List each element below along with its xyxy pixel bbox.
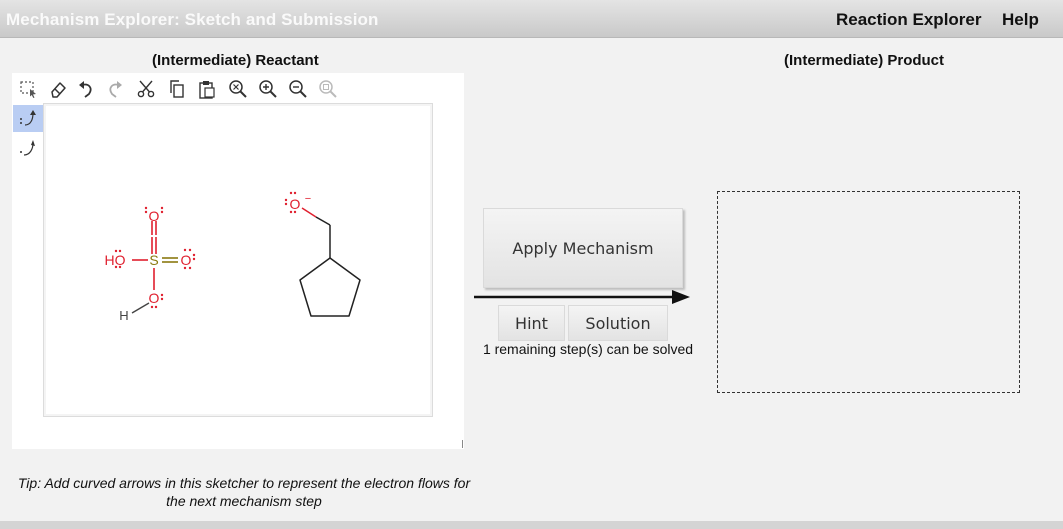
eraser-icon[interactable] [48,79,68,99]
reactant-sketcher[interactable]: O S O O HO H O − [12,73,464,449]
zoom-fit-icon[interactable] [228,79,248,99]
svg-text:H: H [119,308,128,323]
redo-icon[interactable] [105,79,125,99]
sketch-canvas[interactable]: O S O O HO H O − [43,103,433,417]
copy-icon[interactable] [167,79,187,99]
nav-reaction-explorer[interactable]: Reaction Explorer [836,10,982,30]
svg-text:−: − [305,193,311,205]
zoom-in-icon[interactable] [258,79,278,99]
single-electron-arrow-tool[interactable] [13,135,43,162]
product-drop-area [717,191,1020,393]
remaining-steps-status: 1 remaining step(s) can be solved [482,341,694,357]
hint-button[interactable]: Hint [498,305,565,341]
svg-text:O: O [149,290,160,306]
svg-text:HO: HO [105,252,126,268]
electron-pair-arrow-tool[interactable] [13,105,43,132]
selection-icon[interactable] [19,79,39,99]
app-header: Mechanism Explorer: Sketch and Submissio… [0,0,1063,38]
undo-icon[interactable] [76,79,96,99]
zoom-out-icon[interactable] [288,79,308,99]
molecule-drawing: O S O O HO H O − [105,191,361,323]
reaction-arrow-icon [474,290,690,304]
nav-help[interactable]: Help [1002,10,1039,30]
svg-text:O: O [181,252,192,268]
app-title: Mechanism Explorer: Sketch and Submissio… [6,10,379,29]
apply-mechanism-button[interactable]: Apply Mechanism [483,208,683,288]
product-heading: (Intermediate) Product [784,52,945,69]
sketcher-tip: Tip: Add curved arrows in this sketcher … [17,475,471,509]
svg-text:S: S [149,252,158,268]
svg-text:O: O [290,196,301,212]
paste-icon[interactable] [197,79,217,99]
cyclopentylmethoxide-molecule: O − [284,191,361,317]
zoom-reset-icon[interactable] [318,79,338,99]
svg-text:O: O [149,208,160,224]
cut-icon[interactable] [136,79,156,99]
reactant-heading: (Intermediate) Reactant [152,52,319,69]
footer-bar [0,521,1063,529]
sulfuric-acid-molecule: O S O O HO H [105,206,196,323]
resize-grip[interactable] [455,440,463,448]
solution-button[interactable]: Solution [568,305,668,341]
